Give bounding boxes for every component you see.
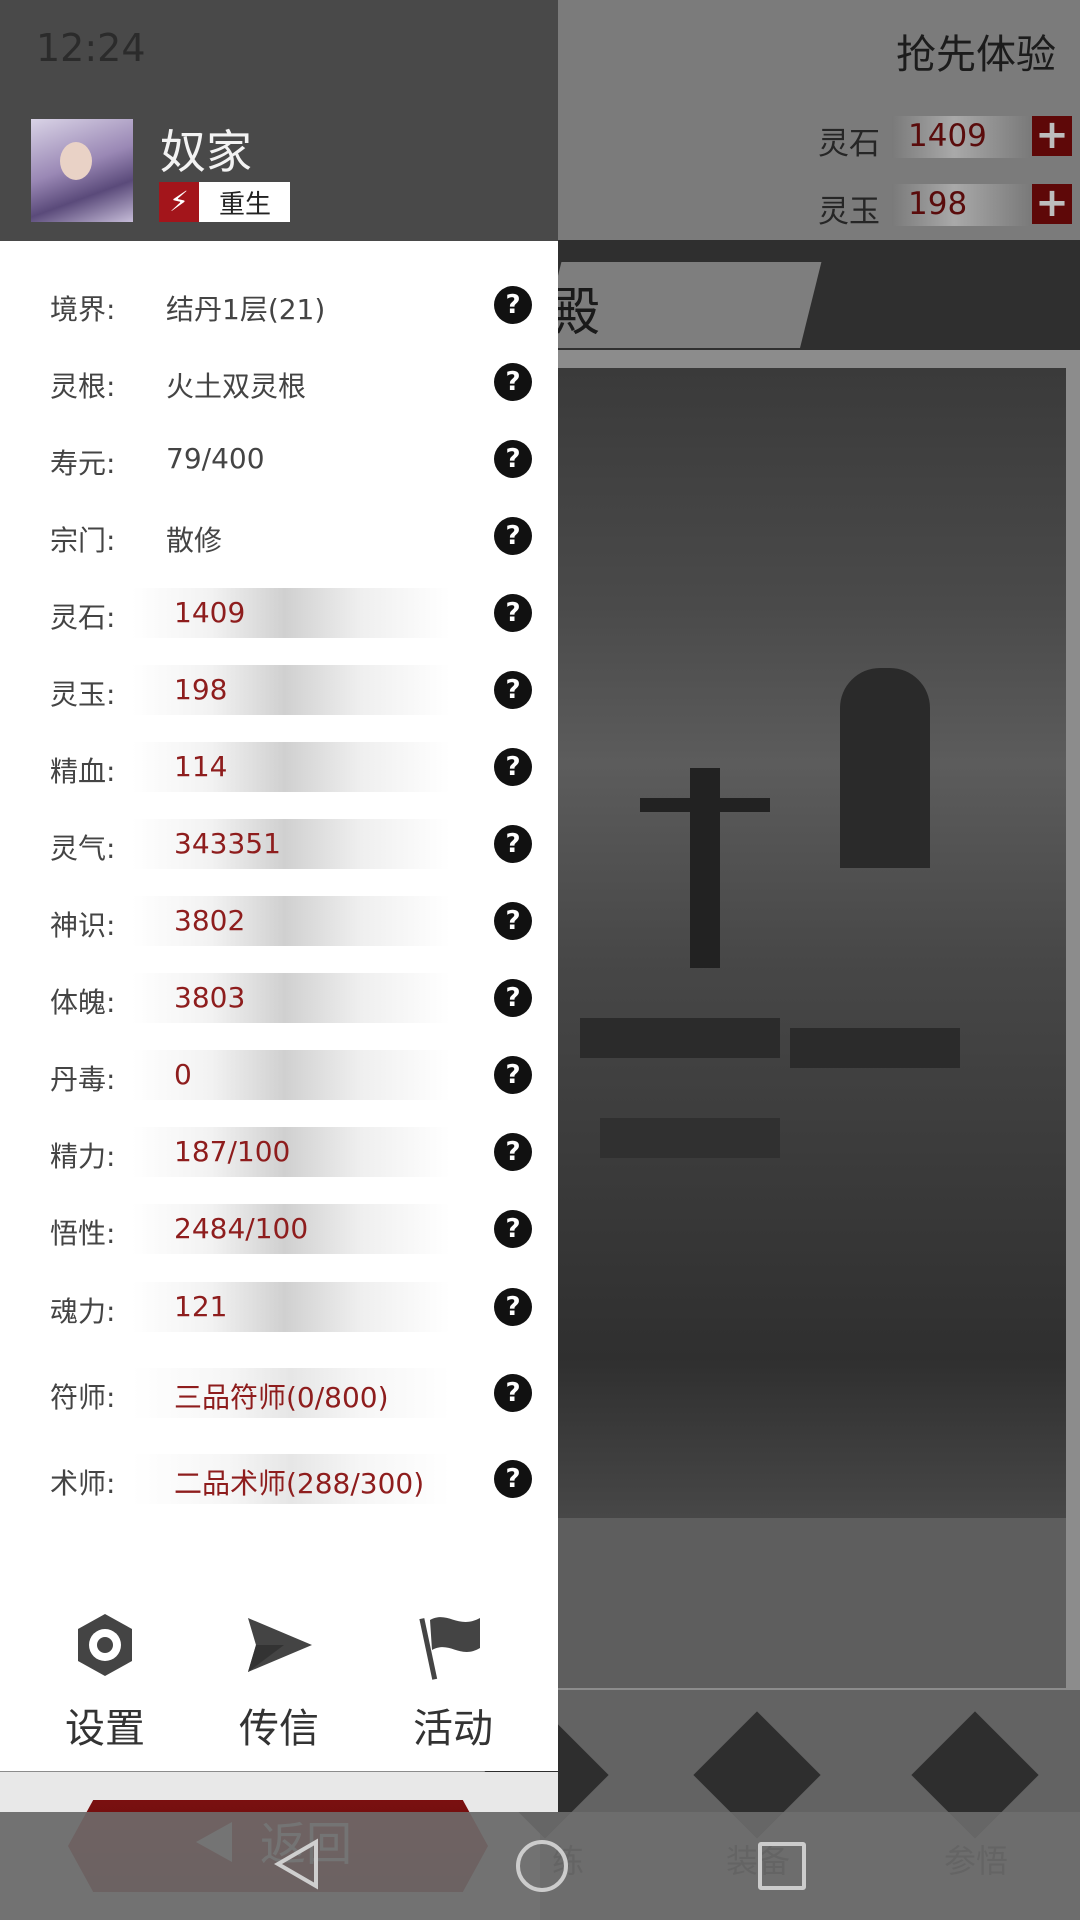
message-button[interactable]: 传信 xyxy=(219,1610,339,1752)
stat-label: 精血: xyxy=(50,755,116,788)
stat-value: 1409 xyxy=(174,596,246,629)
help-icon[interactable]: ? xyxy=(494,825,532,863)
help-icon[interactable]: ? xyxy=(494,286,532,324)
system-home-icon[interactable] xyxy=(516,1840,568,1892)
stat-label: 体魄: xyxy=(50,986,116,1019)
stat-value: 114 xyxy=(174,750,228,783)
system-recent-icon[interactable] xyxy=(758,1842,806,1890)
rebirth-label: 重生 xyxy=(219,190,272,220)
stat-value: 0 xyxy=(174,1058,192,1091)
settings-label: 设置 xyxy=(65,1706,145,1752)
flag-icon xyxy=(418,1610,488,1680)
events-label: 活动 xyxy=(413,1706,493,1752)
resource-spirit-jade: 灵玉 198 + xyxy=(818,182,1073,230)
player-name: 奴家 xyxy=(160,125,252,179)
resource-spirit-stone: 灵石 1409 + xyxy=(818,114,1073,162)
help-icon[interactable]: ? xyxy=(494,517,532,555)
help-icon[interactable]: ? xyxy=(494,1133,532,1171)
stat-value: 散修 xyxy=(166,524,223,557)
stat-label: 灵根: xyxy=(50,370,116,403)
avatar-face xyxy=(60,142,92,180)
stat-label: 灵石: xyxy=(50,601,116,634)
stat-value: 187/100 xyxy=(174,1135,291,1168)
help-icon[interactable]: ? xyxy=(494,671,532,709)
stat-value: 火土双灵根 xyxy=(166,370,307,403)
help-icon[interactable]: ? xyxy=(494,1056,532,1094)
help-icon[interactable]: ? xyxy=(494,1210,532,1248)
resource-value: 198 xyxy=(908,186,968,222)
system-back-icon[interactable] xyxy=(272,1838,322,1890)
stat-label: 灵玉: xyxy=(50,678,116,711)
stat-label: 悟性: xyxy=(50,1217,116,1250)
stat-value: 198 xyxy=(174,673,228,706)
stat-label: 精力: xyxy=(50,1140,116,1173)
help-icon[interactable]: ? xyxy=(494,1288,532,1326)
scene-illustration xyxy=(540,368,1066,1688)
gear-icon xyxy=(70,1610,140,1680)
lightning-icon: ⚡ xyxy=(159,182,199,222)
resource-label: 灵石 xyxy=(818,126,880,162)
send-icon xyxy=(244,1610,314,1680)
stat-value: 二品术师(288/300) xyxy=(174,1467,425,1500)
help-icon[interactable]: ? xyxy=(494,902,532,940)
help-icon[interactable]: ? xyxy=(494,748,532,786)
stat-label: 术师: xyxy=(50,1467,116,1500)
help-icon[interactable]: ? xyxy=(494,594,532,632)
early-access-button[interactable]: 抢先体验 xyxy=(896,22,1056,80)
stat-value: 3803 xyxy=(174,981,246,1014)
stat-label: 魂力: xyxy=(50,1295,116,1328)
stat-value: 79/400 xyxy=(166,442,265,475)
stat-value: 三品符师(0/800) xyxy=(174,1381,389,1414)
stat-value: 3802 xyxy=(174,904,246,937)
stat-label: 丹毒: xyxy=(50,1063,116,1096)
help-icon[interactable]: ? xyxy=(494,363,532,401)
stat-label: 符师: xyxy=(50,1381,116,1414)
events-button[interactable]: 活动 xyxy=(393,1610,513,1752)
message-label: 传信 xyxy=(239,1706,319,1752)
status-time: 12:24 xyxy=(36,26,146,70)
add-spirit-jade-button[interactable]: + xyxy=(1032,183,1072,224)
help-icon[interactable]: ? xyxy=(494,1460,532,1498)
stat-label: 寿元: xyxy=(50,447,116,480)
stat-label: 宗门: xyxy=(50,524,116,557)
stat-value: 343351 xyxy=(174,827,281,860)
add-spirit-stone-button[interactable]: + xyxy=(1032,115,1072,156)
help-icon[interactable]: ? xyxy=(494,979,532,1017)
settings-button[interactable]: 设置 xyxy=(45,1610,165,1752)
stat-value: 结丹1层(21) xyxy=(166,293,326,326)
stat-label: 境界: xyxy=(50,293,116,326)
resource-value: 1409 xyxy=(908,118,987,154)
stat-value: 121 xyxy=(174,1290,228,1323)
stat-label: 神识: xyxy=(50,909,116,942)
stat-value: 2484/100 xyxy=(174,1212,309,1245)
help-icon[interactable]: ? xyxy=(494,440,532,478)
stat-label: 灵气: xyxy=(50,832,116,865)
help-icon[interactable]: ? xyxy=(494,1374,532,1412)
resource-label: 灵玉 xyxy=(818,194,880,230)
